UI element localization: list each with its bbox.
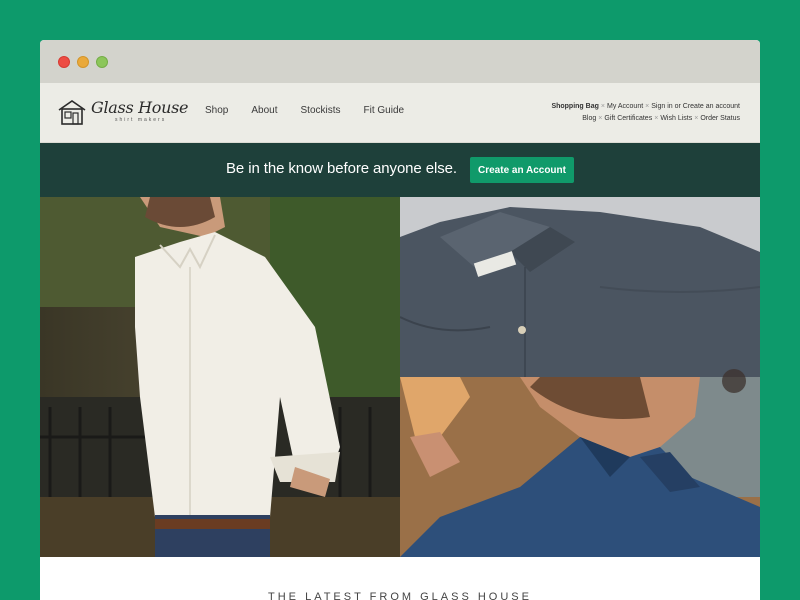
separator: ×	[645, 103, 650, 110]
minimize-window-button[interactable]	[77, 56, 89, 68]
carousel-handle[interactable]	[722, 369, 746, 393]
create-account-button[interactable]: Create an Account	[470, 157, 574, 183]
nav-item-fit-guide[interactable]: Fit Guide	[364, 105, 405, 116]
separator: ×	[694, 115, 699, 122]
utility-row-2: Blog × Gift Certificates × Wish Lists × Order …	[551, 113, 740, 125]
separator: ×	[654, 115, 659, 122]
blog-link[interactable]: Blog	[582, 115, 596, 122]
logo-wordmark: Glass House shirt makers	[91, 98, 189, 126]
wish-lists-link[interactable]: Wish Lists	[660, 115, 692, 122]
utility-links: Shopping Bag × My Account × Sign in or Creat…	[551, 101, 740, 125]
white-shirt-illustration	[40, 197, 400, 557]
photo-folded-shirt[interactable]	[400, 197, 760, 377]
house-icon	[58, 100, 86, 125]
nav-item-shop[interactable]: Shop	[205, 105, 228, 116]
nav-item-about[interactable]: About	[251, 105, 277, 116]
banner-message: Be in the know before anyone else.	[226, 160, 457, 177]
signup-banner: Be in the know before anyone else. Creat…	[40, 143, 760, 197]
order-status-link[interactable]: Order Status	[700, 115, 740, 122]
utility-row-1: Shopping Bag × My Account × Sign in or Creat…	[551, 101, 740, 113]
my-account-link[interactable]: My Account	[607, 103, 643, 110]
shopping-bag-link[interactable]: Shopping Bag	[551, 103, 598, 110]
main-nav: Shop About Stockists Fit Guide	[205, 105, 427, 116]
gift-certificates-link[interactable]: Gift Certificates	[604, 115, 652, 122]
browser-window: Glass House shirt makers Shop About Stoc…	[40, 40, 760, 600]
window-titlebar	[40, 40, 760, 83]
sign-in-link[interactable]: Sign in or Create an account	[651, 103, 740, 110]
folded-shirt-illustration	[400, 207, 760, 377]
separator: ×	[600, 103, 605, 110]
separator: ×	[598, 115, 603, 122]
latest-section-heading: THE LATEST FROM GLASS HOUSE	[268, 591, 532, 600]
site-header: Glass House shirt makers Shop About Stoc…	[40, 83, 760, 143]
site-logo[interactable]: Glass House shirt makers	[57, 97, 189, 127]
brand-name: Glass House	[91, 98, 189, 117]
nav-item-stockists[interactable]: Stockists	[301, 105, 341, 116]
hero-photo-grid	[40, 197, 760, 557]
photo-man-blue-shirt[interactable]	[400, 377, 760, 557]
zoom-window-button[interactable]	[96, 56, 108, 68]
blue-shirt-illustration	[400, 377, 760, 557]
photo-man-white-shirt[interactable]	[40, 197, 400, 557]
close-window-button[interactable]	[58, 56, 70, 68]
brand-tagline: shirt makers	[115, 117, 167, 123]
